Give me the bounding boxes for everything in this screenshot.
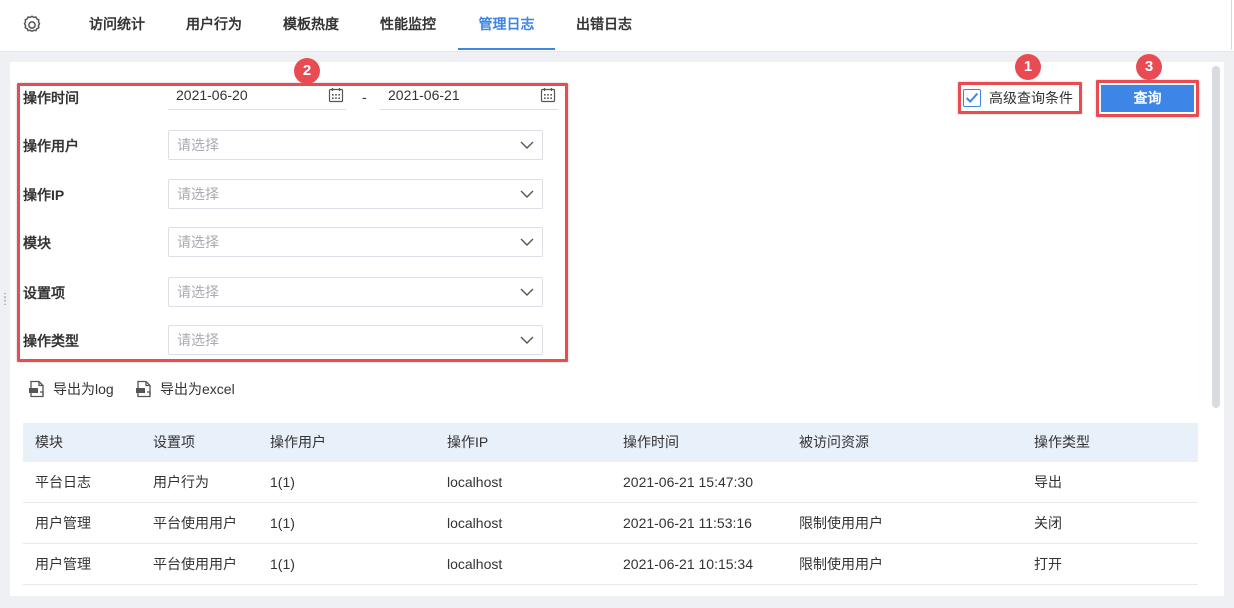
cell-time: 2021-06-21 11:53:16 [623,515,752,531]
cell-setting: 用户行为 [153,474,209,490]
cell-ip: localhost [447,515,503,531]
highlight-filter-area [17,83,568,362]
export-excel-link[interactable]: 导出为excel [135,379,255,399]
export-log-label: 导出为log [53,381,114,397]
cell-type: 导出 [1034,474,1062,490]
annotation-badge-3: 3 [1136,54,1162,80]
tab-performance[interactable]: 性能监控 [367,0,449,50]
cell-resource: 限制使用用户 [799,515,883,531]
table-row[interactable]: 用户管理 平台使用用户 1(1) localhost 2021-06-21 11… [23,503,1198,544]
column-header-ip: 操作IP [447,434,489,450]
column-header-resource: 被访问资源 [799,434,869,450]
cell-type: 关闭 [1034,515,1062,531]
nav-divider [1231,0,1232,50]
tab-template-heat[interactable]: 模板热度 [270,0,352,50]
column-header-module: 模块 [35,434,63,450]
column-header-type: 操作类型 [1034,434,1090,450]
export-file-icon [29,380,44,398]
tab-visit-stats[interactable]: 访问统计 [76,0,158,50]
export-file-icon [136,380,151,398]
cell-setting: 平台使用用户 [153,515,237,531]
cell-user: 1(1) [270,556,295,572]
cell-ip: localhost [447,474,503,490]
cell-time: 2021-06-21 10:15:34 [623,556,753,572]
annotation-badge-1: 1 [1015,54,1041,80]
cell-module: 平台日志 [35,474,91,490]
top-navigation: 访问统计 用户行为 模板热度 性能监控 管理日志 出错日志 [0,0,1234,52]
log-table: 模块 设置项 操作用户 操作IP 操作时间 被访问资源 操作类型 平台日志 用户… [23,423,1198,585]
annotation-badge-2: 2 [294,58,320,84]
cell-user: 1(1) [270,474,295,490]
tab-admin-log[interactable]: 管理日志 [458,0,555,50]
table-row[interactable]: 平台日志 用户行为 1(1) localhost 2021-06-21 15:4… [23,462,1198,503]
gear-icon[interactable] [21,14,43,36]
highlight-query-button [1096,80,1199,117]
cell-type: 打开 [1034,556,1062,572]
cell-user: 1(1) [270,515,295,531]
vertical-scrollbar[interactable] [1212,66,1220,408]
cell-ip: localhost [447,556,503,572]
column-header-setting: 设置项 [153,434,195,450]
cell-resource: 限制使用用户 [799,556,883,572]
export-excel-label: 导出为excel [160,381,235,397]
export-log-link[interactable]: 导出为log [28,379,128,399]
table-header: 模块 设置项 操作用户 操作IP 操作时间 被访问资源 操作类型 [23,423,1198,462]
cell-setting: 平台使用用户 [153,556,237,572]
highlight-advanced-query [958,82,1082,114]
tab-user-behavior[interactable]: 用户行为 [173,0,255,50]
column-header-time: 操作时间 [623,434,679,450]
tab-error-log[interactable]: 出错日志 [563,0,645,50]
cell-module: 用户管理 [35,556,91,572]
cell-module: 用户管理 [35,515,91,531]
resize-handle-icon[interactable]: ⋮ ⋮ [0,293,10,310]
column-header-user: 操作用户 [270,434,326,450]
cell-time: 2021-06-21 15:47:30 [623,474,753,490]
table-row[interactable]: 用户管理 平台使用用户 1(1) localhost 2021-06-21 10… [23,544,1198,585]
